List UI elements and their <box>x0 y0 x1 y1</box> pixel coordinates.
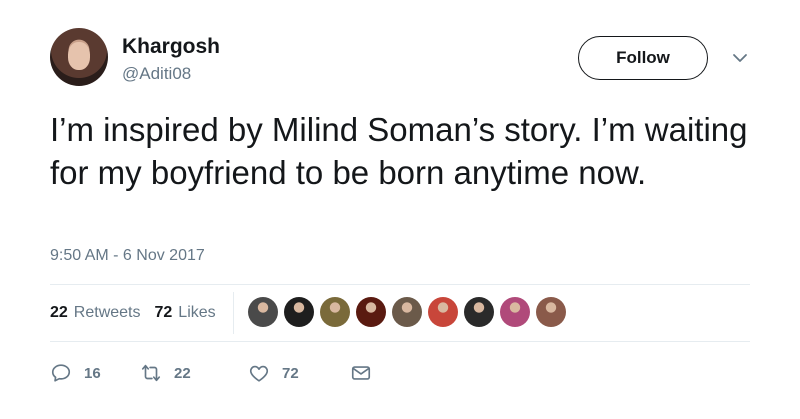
liker-avatar[interactable] <box>392 297 422 327</box>
likes-label: Likes <box>178 304 216 321</box>
divider <box>50 284 750 285</box>
like-button[interactable]: 72 <box>248 362 350 384</box>
liker-avatar[interactable] <box>500 297 530 327</box>
divider <box>50 341 750 342</box>
reply-icon <box>51 364 71 382</box>
liker-avatar[interactable] <box>536 297 566 327</box>
chevron-down-icon[interactable] <box>730 48 750 68</box>
retweets-count: 22 <box>50 304 68 321</box>
retweets-stat[interactable]: 22 Retweets <box>50 304 141 322</box>
direct-message-button[interactable] <box>350 362 384 384</box>
avatar[interactable] <box>50 28 108 86</box>
tweet-timestamp[interactable]: 9:50 AM - 6 Nov 2017 <box>50 247 205 265</box>
reply-button[interactable]: 16 <box>50 362 140 384</box>
liker-avatar[interactable] <box>356 297 386 327</box>
reply-count: 16 <box>84 364 101 382</box>
tweet-stats: 22 Retweets 72 Likes <box>50 304 216 322</box>
follow-button[interactable]: Follow <box>578 36 708 80</box>
liker-avatars <box>248 297 566 327</box>
liker-avatar[interactable] <box>320 297 350 327</box>
retweets-label: Retweets <box>73 304 141 321</box>
envelope-icon <box>351 366 371 380</box>
liker-avatar[interactable] <box>464 297 494 327</box>
tweet-text: I’m inspired by Milind Soman’s story. I’… <box>50 111 748 191</box>
author-name[interactable]: Khargosh <box>122 35 220 59</box>
liker-avatar[interactable] <box>428 297 458 327</box>
author-handle[interactable]: @Aditi08 <box>122 64 191 84</box>
likes-stat[interactable]: 72 Likes <box>155 304 216 322</box>
retweet-button[interactable]: 22 <box>140 362 248 384</box>
heart-icon <box>249 365 269 382</box>
retweet-icon <box>141 364 161 382</box>
likes-count: 72 <box>154 304 173 321</box>
retweet-count: 22 <box>174 364 191 382</box>
liker-avatar[interactable] <box>248 297 278 327</box>
tweet-actions: 16 22 72 <box>50 362 384 384</box>
liker-avatar[interactable] <box>284 297 314 327</box>
stats-divider <box>233 292 234 334</box>
like-count: 72 <box>282 364 299 382</box>
